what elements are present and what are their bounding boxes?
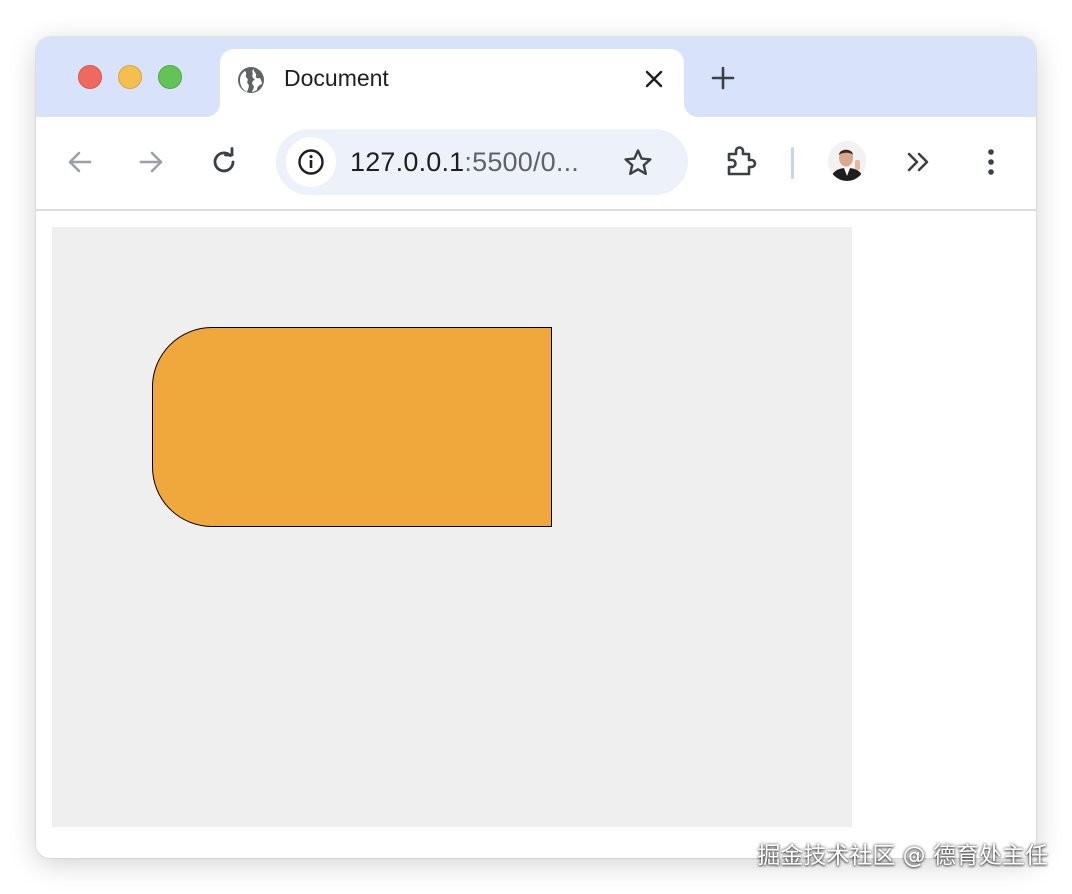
avatar-image — [828, 141, 866, 181]
close-window-button[interactable] — [78, 65, 102, 89]
kebab-menu-icon[interactable] — [974, 145, 1008, 179]
new-tab-icon[interactable] — [708, 63, 738, 93]
tab-title: Document — [284, 65, 389, 91]
url-path: :5500/0... — [464, 147, 579, 177]
chevron-double-right-icon[interactable] — [902, 145, 936, 179]
star-icon[interactable] — [622, 147, 654, 179]
browser-toolbar: 127.0.0.1:5500/0... — [36, 117, 1036, 211]
forward-arrow-icon[interactable] — [134, 145, 168, 179]
browser-window: Document 127.0.0.1:5500/0... — [36, 37, 1036, 858]
close-tab-icon[interactable] — [642, 67, 666, 91]
tab-document[interactable]: Document — [220, 49, 684, 117]
globe-icon — [238, 67, 264, 93]
url-host: 127.0.0.1 — [350, 147, 465, 177]
address-bar[interactable]: 127.0.0.1:5500/0... — [276, 129, 688, 195]
url-text: 127.0.0.1:5500/0... — [350, 147, 579, 177]
page-content — [36, 211, 1036, 858]
info-icon — [298, 149, 324, 175]
reload-icon[interactable] — [207, 145, 241, 179]
rounded-left-rectangle — [152, 327, 552, 527]
extensions-puzzle-icon[interactable] — [723, 144, 759, 180]
profile-avatar[interactable] — [828, 141, 866, 181]
site-info-button[interactable] — [286, 137, 336, 187]
toolbar-divider — [791, 147, 794, 179]
zoom-window-button[interactable] — [158, 65, 182, 89]
canvas-area[interactable] — [52, 227, 852, 827]
watermark-text: 掘金技术社区 @ 德育处主任 — [757, 843, 1048, 869]
back-arrow-icon[interactable] — [63, 145, 97, 179]
minimize-window-button[interactable] — [118, 65, 142, 89]
tab-strip: Document — [36, 37, 1036, 117]
